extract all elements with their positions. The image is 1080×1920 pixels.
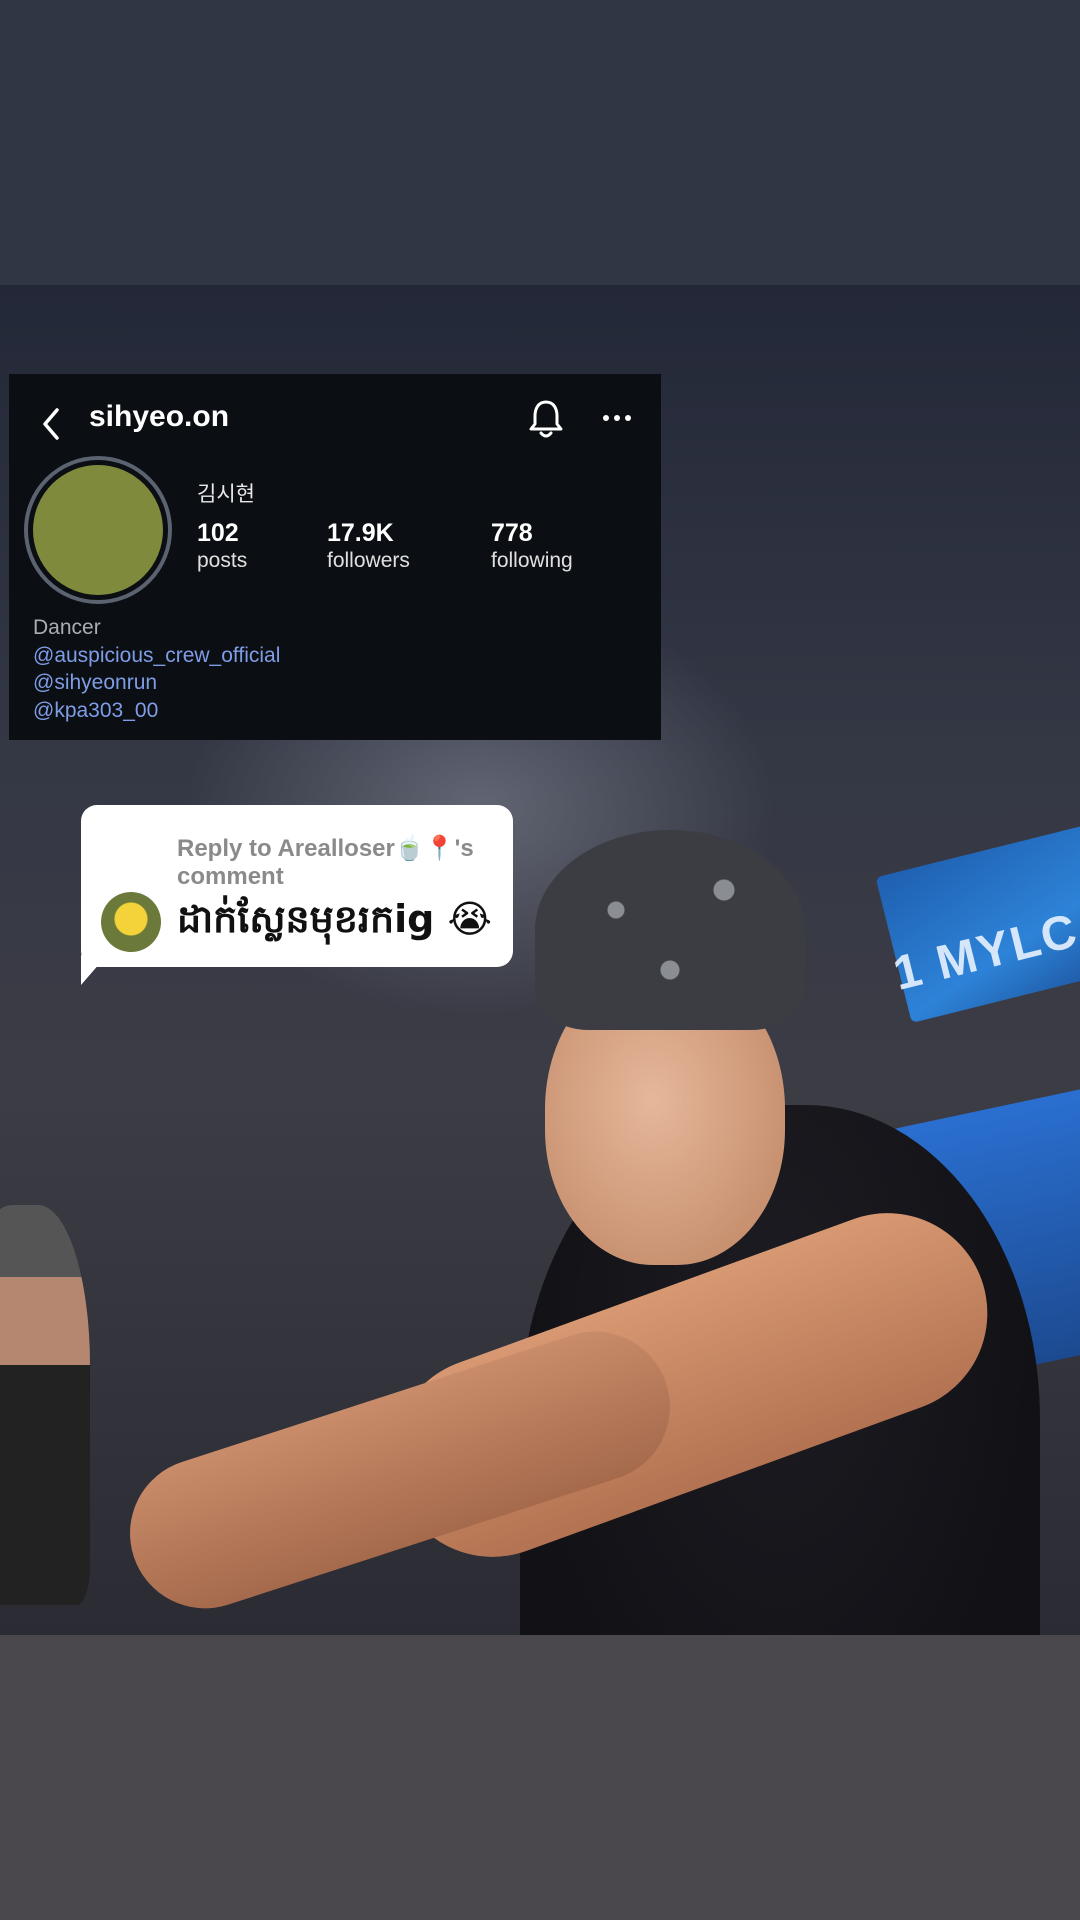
reply-comment-text: ដាក់ស្លែនមុខរកig 😭	[177, 897, 492, 941]
stat-followers[interactable]: 17.9K followers	[327, 518, 410, 574]
bell-icon[interactable]	[527, 398, 565, 440]
stat-posts-value: 102	[197, 519, 239, 547]
bottom-letterbox	[0, 1635, 1080, 1920]
stat-posts-label: posts	[197, 549, 248, 572]
profile-full-name: 김시현	[197, 483, 255, 506]
bio-role: Dancer	[33, 616, 101, 639]
top-letterbox	[0, 0, 1080, 285]
stat-following-label: following	[491, 549, 573, 572]
bio-link[interactable]: @kpa303_00	[33, 697, 280, 725]
profile-avatar-ring[interactable]	[24, 456, 172, 604]
background-dancer	[0, 1205, 90, 1605]
reply-comment-sticker[interactable]: Reply to Arealloser🍵📍's comment ដាក់ស្លែ…	[81, 805, 513, 967]
profile-bio: Dancer @auspicious_crew_official @sihyeo…	[33, 614, 280, 724]
avatar	[33, 465, 163, 595]
stat-posts[interactable]: 102 posts	[197, 518, 247, 574]
stat-followers-value: 17.9K	[327, 519, 394, 547]
stat-following[interactable]: 778 following	[491, 518, 573, 574]
reply-bubble-tail	[81, 955, 107, 985]
commenter-avatar	[101, 892, 161, 952]
bio-link[interactable]: @sihyeonrun	[33, 669, 280, 697]
stat-following-value: 778	[491, 519, 533, 547]
dancer-bandana	[535, 830, 805, 1030]
profile-handle: sihyeo.on	[89, 400, 230, 433]
more-dots-icon[interactable]	[602, 412, 632, 424]
bio-link[interactable]: @auspicious_crew_official	[33, 642, 280, 670]
reply-header: Reply to Arealloser🍵📍's comment	[177, 835, 474, 890]
stat-followers-label: followers	[327, 549, 410, 572]
profile-card: sihyeo.on 김시현 102 posts 17.9K followers …	[9, 374, 661, 740]
chevron-left-icon[interactable]	[37, 404, 65, 444]
